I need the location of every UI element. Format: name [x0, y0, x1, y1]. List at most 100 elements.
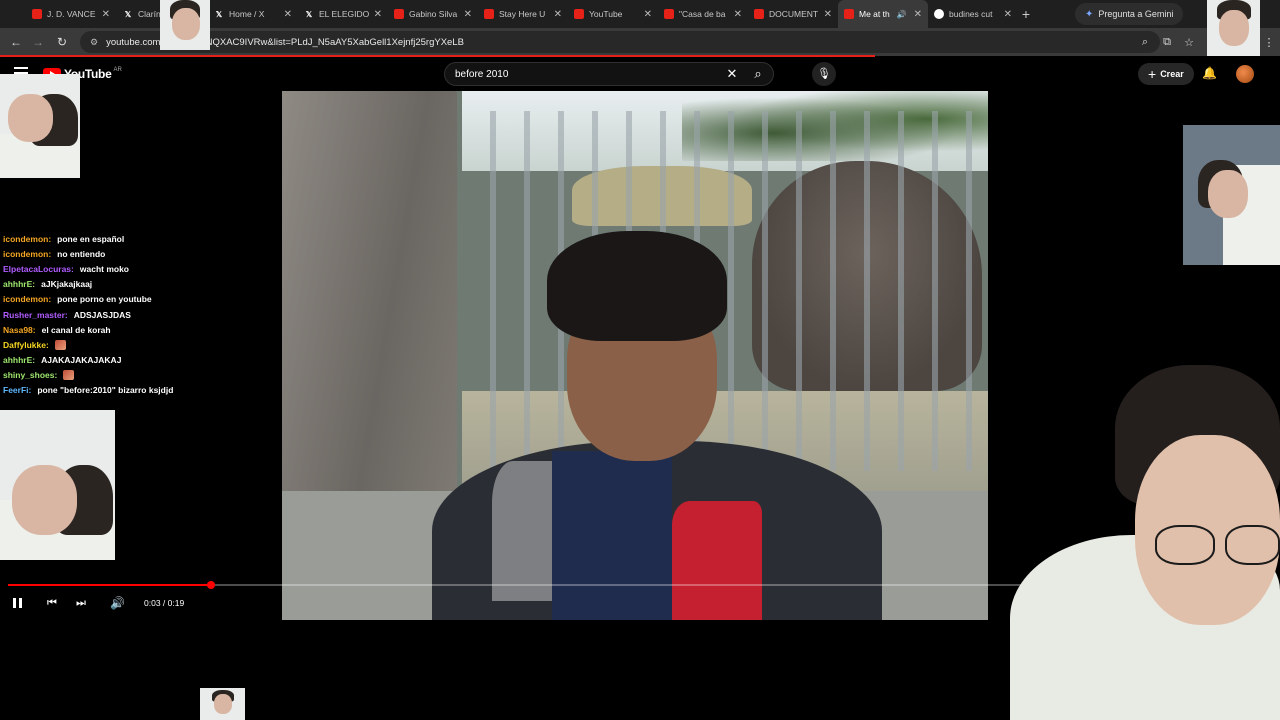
search-input[interactable] — [455, 68, 721, 80]
video-frame[interactable] — [282, 91, 988, 620]
tab-title: Stay Here U — [499, 9, 546, 19]
plus-icon: + — [1148, 66, 1157, 82]
chat-message: icondemon: pone porno en youtube — [3, 292, 273, 307]
back-arrow-icon[interactable]: ← — [4, 35, 28, 49]
forward-arrow-icon[interactable]: → — [26, 35, 50, 49]
video-progress-bar[interactable] — [8, 581, 1138, 589]
browser-tab[interactable]: DOCUMENT ✕ — [748, 0, 838, 28]
close-tab-icon[interactable]: ✕ — [284, 9, 292, 20]
chat-username[interactable]: ahhhrE: — [3, 279, 35, 289]
tab-title: DOCUMENT — [769, 9, 819, 19]
chat-text: wacht moko — [79, 263, 129, 274]
person-in-video — [432, 231, 882, 620]
chat-message: ahhhrE: AJAKAJAKAJAKAJ — [3, 353, 273, 368]
close-tab-icon[interactable]: ✕ — [464, 9, 472, 20]
x-favicon-icon: 𝕏 — [305, 9, 313, 19]
tab-title: YouTube — [589, 9, 623, 19]
chat-username[interactable]: ElpetacaLocuras: — [3, 264, 74, 274]
browser-tab[interactable]: J. D. VANCE ✕ — [26, 0, 116, 28]
chat-username[interactable]: FeerFi: — [3, 385, 31, 395]
site-info-icon[interactable]: ⚙ — [90, 37, 98, 48]
chat-username[interactable]: icondemon: — [3, 249, 51, 259]
chat-text: el canal de korah — [41, 324, 111, 335]
clear-search-icon[interactable]: ✕ — [721, 66, 743, 82]
chat-emote-icon — [63, 370, 75, 381]
browser-tab[interactable]: YouTube ✕ — [568, 0, 658, 28]
chat-message: icondemon: no entiendo — [3, 246, 273, 261]
time-display: 0:03 / 0:19 — [144, 598, 185, 608]
youtube-favicon-icon — [484, 9, 494, 19]
chat-username[interactable]: icondemon: — [3, 294, 51, 304]
browser-tab[interactable]: Stay Here U ✕ — [478, 0, 568, 28]
close-tab-icon[interactable]: ✕ — [554, 9, 562, 20]
gemini-label: Pregunta a Gemini — [1098, 9, 1174, 19]
create-button[interactable]: + Crear — [1138, 63, 1194, 85]
volume-icon[interactable]: 🔊 — [110, 596, 125, 610]
chat-message: Nasa98: el canal de korah — [3, 322, 273, 337]
x-favicon-icon: 𝕏 — [215, 9, 223, 19]
youtube-favicon-icon — [32, 9, 42, 19]
chat-username[interactable]: icondemon: — [3, 234, 51, 244]
tab-title: Me at th — [859, 9, 890, 19]
next-icon[interactable]: ⏭ — [76, 597, 86, 610]
close-tab-icon[interactable]: ✕ — [1004, 9, 1012, 20]
chat-text: no entiendo — [57, 248, 106, 259]
chat-username[interactable]: ahhhrE: — [3, 355, 35, 365]
microphone-icon[interactable]: 🎙 — [812, 62, 836, 86]
chat-username[interactable]: Daffylukke: — [3, 340, 49, 350]
youtube-favicon-icon — [394, 9, 404, 19]
browser-tab[interactable]: Me at th 🔊 ✕ — [838, 0, 928, 28]
chat-message: shiny_shoes: — [3, 368, 273, 383]
browser-tab[interactable]: "Casa de ba ✕ — [658, 0, 748, 28]
youtube-favicon-icon — [754, 9, 764, 19]
chat-text: aJKjakajkaaj — [41, 279, 93, 290]
new-tab-icon[interactable]: + — [1016, 6, 1036, 22]
close-tab-icon[interactable]: ✕ — [914, 9, 922, 20]
browser-menu-icon[interactable]: ⋮ — [1258, 36, 1280, 49]
close-tab-icon[interactable]: ✕ — [644, 9, 652, 20]
chat-message: ElpetacaLocuras: wacht moko — [3, 261, 273, 276]
webcam-overlay-top-left — [0, 74, 80, 178]
pause-icon[interactable] — [13, 598, 23, 608]
close-tab-icon[interactable]: ✕ — [734, 9, 742, 20]
zoom-icon[interactable]: ⌕ — [1134, 36, 1156, 49]
webcam-overlay-bottom — [200, 688, 245, 720]
chat-username[interactable]: Nasa98: — [3, 325, 36, 335]
previous-icon[interactable]: ⏮ — [47, 597, 57, 610]
close-tab-icon[interactable]: ✕ — [374, 9, 382, 20]
tab-title: budines cut — [949, 9, 993, 19]
reload-icon[interactable]: ↻ — [50, 35, 74, 49]
browser-tab[interactable]: 𝕏 EL ELEGIDO ✕ — [298, 0, 388, 28]
install-icon[interactable]: ⧉ — [1156, 36, 1178, 49]
region-code: AR — [113, 67, 122, 73]
progress-scrubber-knob[interactable] — [207, 581, 215, 589]
webcam-overlay-tab-1 — [160, 0, 210, 50]
user-avatar[interactable] — [1236, 65, 1254, 83]
close-tab-icon[interactable]: ✕ — [102, 9, 110, 20]
close-tab-icon[interactable]: ✕ — [824, 9, 832, 20]
google-favicon-icon — [934, 9, 944, 19]
chat-message: icondemon: pone en español — [3, 231, 273, 246]
tab-title: J. D. VANCE — [47, 9, 96, 19]
gemini-button[interactable]: ✦ Pregunta a Gemini — [1075, 3, 1184, 25]
chat-username[interactable]: Rusher_master: — [3, 310, 68, 320]
bookmark-star-icon[interactable]: ☆ — [1178, 36, 1200, 49]
youtube-favicon-icon — [664, 9, 674, 19]
chat-text: pone en español — [57, 233, 125, 244]
chat-text: ADSJASJDAS — [73, 309, 131, 320]
chat-username[interactable]: shiny_shoes: — [3, 370, 57, 380]
chat-text: pone porno en youtube — [57, 294, 152, 305]
webcam-overlay-top-right — [1183, 125, 1280, 265]
chat-emote-icon — [54, 339, 66, 350]
chat-message: Daffylukke: — [3, 337, 273, 352]
webcam-overlay-left — [0, 410, 115, 560]
browser-tab[interactable]: budines cut ✕ — [928, 0, 1018, 28]
address-bar[interactable]: ⚙ youtube.com/watch?v=jNQXAC9IVRw&list=P… — [80, 31, 1160, 53]
browser-tab[interactable]: 𝕏 Home / X ✕ — [208, 0, 298, 28]
tab-title: Home / X — [229, 9, 265, 19]
tab-audio-icon[interactable]: 🔊 — [897, 10, 907, 19]
search-icon[interactable]: ⌕ — [743, 66, 773, 82]
browser-tab[interactable]: Gabino Silva ✕ — [388, 0, 478, 28]
create-label: Crear — [1160, 69, 1184, 79]
notifications-bell-icon[interactable]: 🔔 — [1202, 66, 1217, 80]
